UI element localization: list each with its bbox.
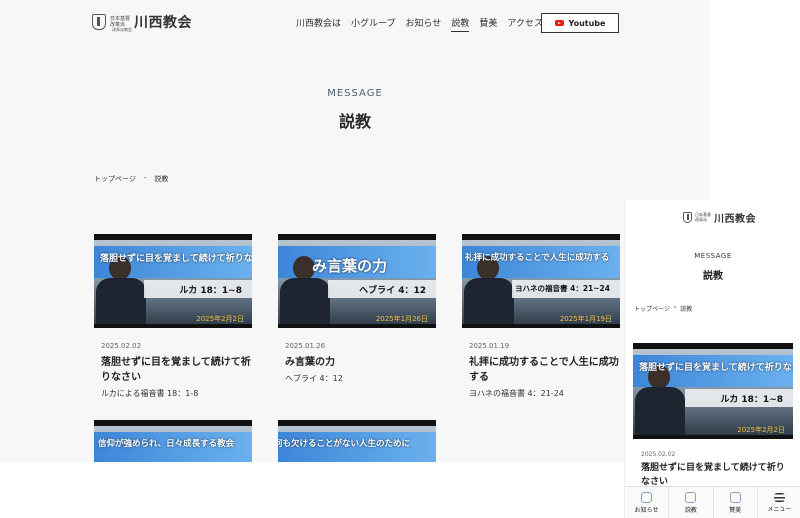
- thumbnail-ref: ヨハネの福音書 4：21~24: [515, 284, 610, 293]
- thumbnail-title: 信仰が強められ、日々成長する教会: [98, 439, 235, 449]
- mobile-thumbnail-ref: ルカ 18：1~8: [720, 395, 783, 405]
- sermon-card[interactable]: 礼拝に成功することで人生に成功する ヨハネの福音書 4：21~24 2025年1…: [462, 234, 620, 399]
- mobile-tab-sermons[interactable]: 説教: [669, 487, 714, 518]
- sermon-date: 2025.02.02: [101, 342, 142, 350]
- youtube-button[interactable]: Youtube: [541, 13, 619, 33]
- sermon-card[interactable]: 何も欠けることがない人生のために: [278, 420, 436, 462]
- mobile-thumbnail-date: 2025年2月2日: [737, 426, 785, 434]
- sermon-icon: [685, 491, 697, 503]
- sermon-title[interactable]: み言葉の力: [285, 355, 436, 370]
- thumbnail-date: 2025年1月26日: [375, 315, 428, 323]
- nav-item-news[interactable]: お知らせ: [405, 16, 441, 32]
- main-nav: 川西教会は 小グループ お知らせ 説教 賛美 アクセス: [296, 16, 543, 32]
- thumbnail-title: 落胆せずに目を覚まして続けて祈りなさい: [100, 254, 252, 264]
- mobile-logo-small-text-2: 改革派: [695, 216, 707, 222]
- mobile-tab-praise[interactable]: 賛美: [714, 487, 758, 518]
- mobile-sermon-title[interactable]: 落胆せずに目を覚まして続けて祈りなさい: [641, 461, 793, 489]
- youtube-button-label: Youtube: [568, 18, 606, 28]
- mobile-breadcrumb: トップページ › 説教: [634, 304, 692, 313]
- mobile-breadcrumb-separator: ›: [673, 304, 677, 311]
- sermon-thumbnail[interactable]: 何も欠けることがない人生のために: [278, 420, 436, 462]
- church-logo-icon: [92, 14, 106, 30]
- site-logo[interactable]: 日本基督 改革派 川西教会 改革派教会: [92, 12, 192, 32]
- mobile-page-title: 説教: [703, 271, 723, 282]
- thumbnail-title: 何も欠けることがない人生のために: [278, 439, 411, 449]
- thumbnail-ref: ヘブライ 4：12: [359, 286, 426, 296]
- thumbnail-date: 2025年2月2日: [196, 315, 244, 323]
- hamburger-menu-icon: [773, 492, 785, 502]
- sermon-title[interactable]: 礼拝に成功することで人生に成功する: [469, 355, 620, 385]
- thumbnail-title: 礼拝に成功することで人生に成功する: [465, 253, 610, 263]
- praise-icon: [729, 491, 741, 503]
- thumbnail-ref: ルカ 18：1~8: [179, 286, 242, 296]
- breadcrumb-current: 説教: [154, 175, 169, 183]
- sermon-date: 2025.01.19: [469, 342, 510, 350]
- breadcrumb-home[interactable]: トップページ: [94, 174, 136, 184]
- mobile-sermon-date: 2025.02.02: [641, 451, 676, 458]
- breadcrumb-separator: -: [143, 174, 147, 182]
- sermon-date: 2025.01.26: [285, 342, 326, 350]
- sermon-thumbnail[interactable]: 礼拝に成功することで人生に成功する ヨハネの福音書 4：21~24 2025年1…: [462, 234, 620, 328]
- nav-item-access[interactable]: アクセス: [507, 16, 543, 32]
- sermon-card[interactable]: 信仰が強められ、日々成長する教会: [94, 420, 252, 462]
- logo-title: 川西教会: [134, 15, 193, 31]
- mobile-sermon-thumbnail[interactable]: 落胆せずに目を覚まして続けて祈りなさい ルカ 18：1~8 2025年2月2日: [633, 343, 793, 439]
- nav-item-about[interactable]: 川西教会は: [296, 16, 341, 32]
- sermon-thumbnail[interactable]: 信仰が強められ、日々成長する教会: [94, 420, 252, 462]
- mobile-tab-bar: お知らせ 説教 賛美 メニュー: [625, 486, 800, 518]
- youtube-icon: [554, 20, 564, 26]
- mobile-breadcrumb-home[interactable]: トップページ: [634, 304, 670, 313]
- church-logo-icon: [683, 212, 692, 223]
- mobile-tab-label: 説教: [684, 506, 697, 514]
- thumbnail-title: み言葉の力: [312, 257, 388, 275]
- section-eyebrow: MESSAGE: [327, 88, 383, 99]
- preacher-image: [464, 254, 514, 328]
- mobile-preview: 日本基督 改革派 川西教会 MESSAGE 説教 トップページ › 説教 落胆せ…: [624, 200, 800, 518]
- mobile-breadcrumb-current: 説教: [680, 306, 693, 313]
- preacher-image: [96, 254, 146, 328]
- page-title: 説教: [338, 112, 371, 131]
- sermon-scripture: ヘブライ 4：12: [285, 374, 343, 383]
- nav-item-praise[interactable]: 賛美: [479, 16, 497, 32]
- mobile-site-logo[interactable]: 日本基督 改革派 川西教会: [683, 210, 756, 225]
- mobile-tab-label: 賛美: [729, 506, 742, 514]
- sermon-scripture: ルカによる福音書 18：1-8: [101, 389, 199, 398]
- nav-item-sermons[interactable]: 説教: [451, 16, 470, 32]
- mobile-thumbnail-title: 落胆せずに目を覚まして続けて祈りなさい: [639, 363, 793, 373]
- news-icon: [641, 491, 653, 503]
- sermon-thumbnail[interactable]: 落胆せずに目を覚まして続けて祈りなさい ルカ 18：1~8 2025年2月2日: [94, 234, 252, 328]
- sermon-card[interactable]: 落胆せずに目を覚まして続けて祈りなさい ルカ 18：1~8 2025年2月2日 …: [94, 234, 252, 399]
- mobile-tab-news[interactable]: お知らせ: [625, 487, 670, 518]
- breadcrumb: トップページ - 説教: [94, 174, 168, 184]
- nav-item-small-groups[interactable]: 小グループ: [351, 16, 395, 32]
- mobile-tab-label: メニュー: [767, 505, 792, 513]
- desktop-page: 日本基督 改革派 川西教会 改革派教会 川西教会は 小グループ お知らせ 説教 …: [0, 0, 710, 462]
- sermon-scripture: ヨハネの福音書 4：21-24: [469, 389, 564, 398]
- mobile-tab-menu[interactable]: メニュー: [758, 487, 800, 518]
- mobile-section-eyebrow: MESSAGE: [694, 252, 732, 260]
- sermon-card[interactable]: み言葉の力 ヘブライ 4：12 2025年1月26日 2025.01.26 み言…: [278, 234, 436, 384]
- mobile-tab-label: お知らせ: [634, 506, 659, 514]
- sermon-thumbnail[interactable]: み言葉の力 ヘブライ 4：12 2025年1月26日: [278, 234, 436, 328]
- site-header: 日本基督 改革派 川西教会 改革派教会 川西教会は 小グループ お知らせ 説教 …: [0, 0, 710, 46]
- logo-subtitle: 改革派教会: [112, 27, 132, 32]
- thumbnail-date: 2025年1月19日: [559, 315, 612, 323]
- sermon-title[interactable]: 落胆せずに目を覚まして続けて祈りなさい: [101, 355, 252, 385]
- mobile-logo-title: 川西教会: [714, 214, 756, 225]
